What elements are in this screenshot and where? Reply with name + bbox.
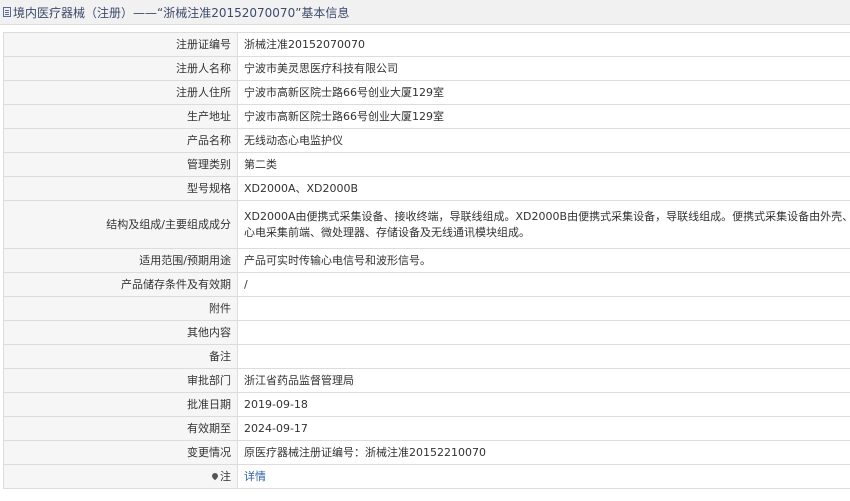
table-row: 备注 (3, 344, 850, 369)
row-value: 浙械注准20152070070 (237, 32, 850, 57)
row-label: 有效期至 (3, 416, 238, 441)
table-row: 管理类别 第二类 (3, 152, 850, 177)
row-label: 变更情况 (3, 440, 238, 465)
row-label: 注册证编号 (3, 32, 238, 57)
table-row: 适用范围/预期用途 产品可实时传输心电信号和波形信号。 (3, 248, 850, 273)
table-row: 型号规格 XD2000A、XD2000B (3, 176, 850, 201)
row-value: / (237, 272, 850, 297)
document-icon (3, 7, 11, 17)
note-row: 注 详情 (3, 464, 850, 489)
row-value: XD2000A由便携式采集设备、接收终端，导联线组成。XD2000B由便携式采集… (237, 200, 850, 249)
row-value: 浙江省药品监督管理局 (237, 368, 850, 393)
page-header: 境内医疗器械（注册）——“浙械注准20152070070”基本信息 (0, 0, 850, 25)
table-row: 注册证编号 浙械注准20152070070 (3, 32, 850, 57)
row-value: 原医疗器械注册证编号：浙械注准20152210070 (237, 440, 850, 465)
row-label: 审批部门 (3, 368, 238, 393)
row-label: 适用范围/预期用途 (3, 248, 238, 273)
row-value (237, 344, 850, 369)
row-label: 其他内容 (3, 320, 238, 345)
page-title: 境内医疗器械（注册）——“浙械注准20152070070”基本信息 (13, 5, 350, 20)
row-value: 第二类 (237, 152, 850, 177)
row-value: 2019-09-18 (237, 392, 850, 417)
note-label-cell: 注 (3, 464, 238, 489)
row-value: 产品可实时传输心电信号和波形信号。 (237, 248, 850, 273)
row-label: 批准日期 (3, 392, 238, 417)
row-value: 2024-09-17 (237, 416, 850, 441)
row-value: 宁波市高新区院士路66号创业大厦129室 (237, 104, 850, 129)
row-label: 生产地址 (3, 104, 238, 129)
table-row: 产品名称 无线动态心电监护仪 (3, 128, 850, 153)
table-row: 注册人名称 宁波市美灵思医疗科技有限公司 (3, 56, 850, 81)
table-row: 审批部门 浙江省药品监督管理局 (3, 368, 850, 393)
table-row: 附件 (3, 296, 850, 321)
row-label: 管理类别 (3, 152, 238, 177)
table-row: 其他内容 (3, 320, 850, 345)
row-label: 注册人名称 (3, 56, 238, 81)
row-value: 宁波市美灵思医疗科技有限公司 (237, 56, 850, 81)
row-label: 产品名称 (3, 128, 238, 153)
table-row: 注册人住所 宁波市高新区院士路66号创业大厦129室 (3, 80, 850, 105)
info-table: 注册证编号 浙械注准20152070070 注册人名称 宁波市美灵思医疗科技有限… (3, 32, 850, 489)
row-label: 附件 (3, 296, 238, 321)
row-value (237, 320, 850, 345)
row-label: 结构及组成/主要组成成分 (3, 200, 238, 249)
table-row: 结构及组成/主要组成成分 XD2000A由便携式采集设备、接收终端，导联线组成。… (3, 200, 850, 249)
table-row: 产品储存条件及有效期 / (3, 272, 850, 297)
table-row: 变更情况 原医疗器械注册证编号：浙械注准20152210070 (3, 440, 850, 465)
row-value: XD2000A、XD2000B (237, 176, 850, 201)
table-row: 有效期至 2024-09-17 (3, 416, 850, 441)
row-value (237, 296, 850, 321)
row-value: 无线动态心电监护仪 (237, 128, 850, 153)
details-link[interactable]: 详情 (244, 470, 266, 483)
row-label: 产品储存条件及有效期 (3, 272, 238, 297)
row-label: 型号规格 (3, 176, 238, 201)
table-row: 生产地址 宁波市高新区院士路66号创业大厦129室 (3, 104, 850, 129)
pin-icon (210, 471, 220, 480)
table-row: 批准日期 2019-09-18 (3, 392, 850, 417)
note-label: 注 (220, 469, 231, 483)
note-value-cell: 详情 (237, 464, 850, 489)
row-label: 备注 (3, 344, 238, 369)
row-label: 注册人住所 (3, 80, 238, 105)
row-value: 宁波市高新区院士路66号创业大厦129室 (237, 80, 850, 105)
